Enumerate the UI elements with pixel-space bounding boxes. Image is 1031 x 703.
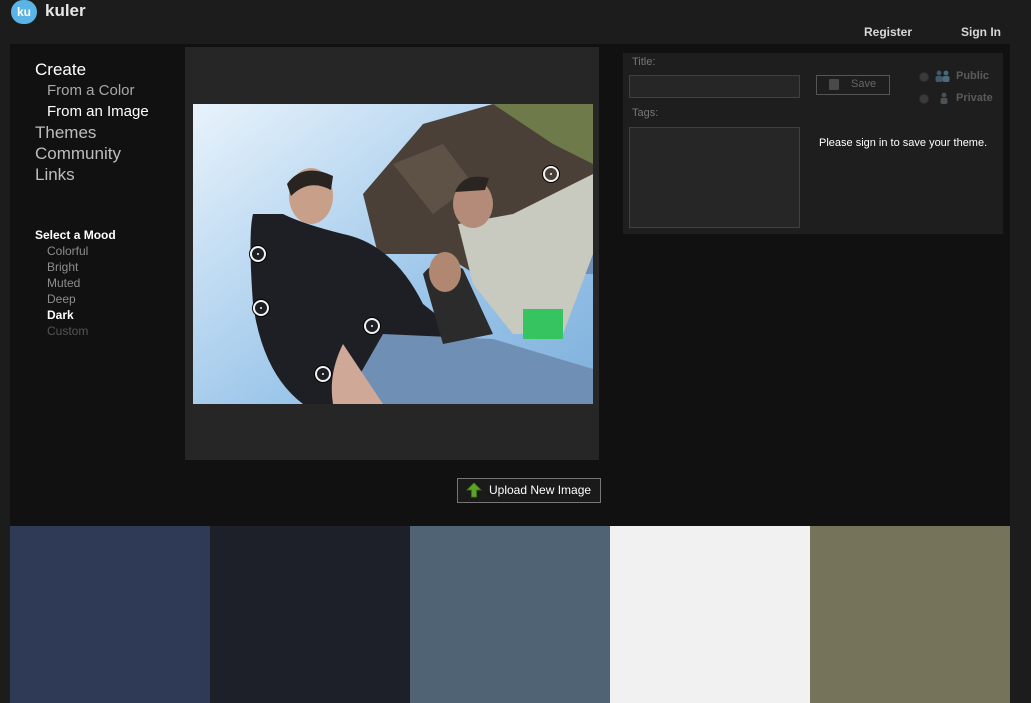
- color-picker-point-4[interactable]: [315, 366, 331, 382]
- mood-selector: Select a Mood Colorful Bright Muted Deep…: [35, 227, 116, 339]
- mood-muted[interactable]: Muted: [35, 275, 116, 291]
- person-icon: [939, 92, 949, 107]
- mood-deep[interactable]: Deep: [35, 291, 116, 307]
- app-name[interactable]: kuler: [45, 1, 86, 21]
- color-picker-point-1[interactable]: [250, 246, 266, 262]
- floppy-disk-icon: [829, 79, 839, 90]
- mood-bright[interactable]: Bright: [35, 259, 116, 275]
- left-nav: Create From a Color From an Image Themes…: [35, 59, 149, 185]
- theme-save-form: Title: Tags: Save Public Private Please …: [623, 53, 1003, 234]
- swatch-5[interactable]: [810, 526, 1010, 703]
- sign-in-message: Please sign in to save your theme.: [819, 137, 988, 149]
- private-radio[interactable]: [919, 94, 929, 104]
- nav-community[interactable]: Community: [35, 143, 149, 164]
- nav-links[interactable]: Links: [35, 164, 149, 185]
- save-button-label: Save: [851, 78, 877, 90]
- title-label: Title:: [632, 56, 656, 68]
- save-button[interactable]: Save: [816, 75, 890, 95]
- public-radio[interactable]: [919, 72, 929, 82]
- sign-in-link[interactable]: Sign In: [961, 25, 1001, 39]
- source-photo: [193, 104, 593, 404]
- public-label: Public: [956, 70, 990, 82]
- image-panel: [185, 47, 599, 460]
- kuler-logo-badge[interactable]: ku: [11, 0, 37, 24]
- private-label: Private: [956, 92, 993, 104]
- nav-from-an-image[interactable]: From an Image: [35, 101, 149, 122]
- swatch-1[interactable]: [10, 526, 210, 703]
- main-area: Create From a Color From an Image Themes…: [10, 44, 1010, 526]
- group-people-icon: [934, 70, 952, 85]
- top-bar: ku kuler Register Sign In: [0, 0, 1031, 44]
- color-swatches: [10, 526, 1010, 703]
- swatch-3[interactable]: [410, 526, 610, 703]
- swatch-4[interactable]: [610, 526, 810, 703]
- color-picker-point-5[interactable]: [543, 166, 559, 182]
- color-picker-point-3[interactable]: [364, 318, 380, 334]
- color-picker-point-2[interactable]: [253, 300, 269, 316]
- register-link[interactable]: Register: [864, 25, 912, 39]
- tags-label: Tags:: [632, 107, 659, 119]
- nav-themes[interactable]: Themes: [35, 122, 149, 143]
- title-field[interactable]: [629, 75, 800, 98]
- mood-custom[interactable]: Custom: [35, 323, 116, 339]
- nav-create[interactable]: Create: [35, 59, 149, 80]
- mood-dark[interactable]: Dark: [35, 307, 116, 323]
- mood-heading: Select a Mood: [35, 228, 116, 242]
- nav-from-a-color[interactable]: From a Color: [35, 80, 149, 101]
- upload-arrow-icon: [466, 482, 482, 501]
- swatch-2[interactable]: [210, 526, 410, 703]
- tags-field[interactable]: [629, 127, 800, 228]
- upload-new-image-button[interactable]: Upload New Image: [457, 478, 601, 503]
- mood-colorful[interactable]: Colorful: [35, 243, 116, 259]
- upload-button-label: Upload New Image: [489, 483, 592, 497]
